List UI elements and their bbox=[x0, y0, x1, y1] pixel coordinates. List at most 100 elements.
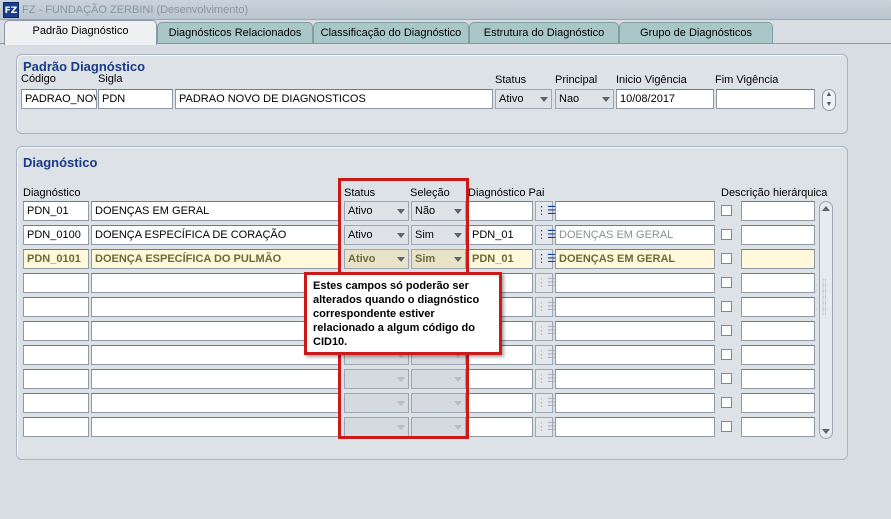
row-hierarquica-field[interactable] bbox=[741, 297, 815, 317]
row-pai-desc-field[interactable] bbox=[555, 321, 715, 341]
padrao-group: Padrão Diagnóstico Código Sigla Status P… bbox=[16, 54, 848, 134]
row-hierarquica-checkbox[interactable] bbox=[721, 205, 732, 216]
row-hierarquica-checkbox[interactable] bbox=[721, 229, 732, 240]
row-code-field[interactable] bbox=[23, 321, 89, 341]
list-of-values-icon[interactable]: ⋮☰ bbox=[535, 345, 557, 365]
tab-estrutura-diagnostico[interactable]: Estrutura do Diagnóstico bbox=[469, 22, 619, 44]
annotation-callout: Estes campos só poderão ser alterados qu… bbox=[304, 272, 502, 355]
row-code-field[interactable] bbox=[23, 297, 89, 317]
row-pai-desc-field[interactable]: DOENÇAS EM GERAL bbox=[555, 249, 715, 269]
resize-grip-icon: ⁞⁞ ⁞⁞ ⁞⁞ ⁞⁞ ⁞⁞ ⁞⁞ bbox=[822, 278, 827, 317]
codigo-label: Código bbox=[21, 73, 56, 85]
padrao-group-title: Padrão Diagnóstico bbox=[23, 59, 146, 74]
tab-classificacao-diagnostico[interactable]: Classificação do Diagnóstico bbox=[313, 22, 469, 44]
principal-select[interactable]: Nao bbox=[555, 89, 614, 109]
status-label: Status bbox=[495, 74, 527, 86]
row-pai-code-field[interactable] bbox=[468, 369, 533, 389]
row-desc-field[interactable] bbox=[91, 393, 341, 413]
row-hierarquica-field[interactable] bbox=[741, 201, 815, 221]
row-code-field[interactable] bbox=[23, 345, 89, 365]
row-hierarquica-field[interactable] bbox=[741, 249, 815, 269]
row-code-field[interactable]: PDN_01 bbox=[23, 201, 89, 221]
row-hierarquica-field[interactable] bbox=[741, 417, 815, 437]
row-desc-field[interactable]: DOENÇA ESPECÍFICA DE CORAÇÃO bbox=[91, 225, 341, 245]
row-desc-field[interactable] bbox=[91, 417, 341, 437]
row-pai-desc-field[interactable] bbox=[555, 297, 715, 317]
rows-scrollbar[interactable] bbox=[819, 201, 833, 439]
row-hierarquica-checkbox[interactable] bbox=[721, 397, 732, 408]
row-pai-code-field[interactable] bbox=[468, 393, 533, 413]
row-pai-code-field[interactable] bbox=[468, 201, 533, 221]
inicio-vigencia-field[interactable]: 10/08/2017 bbox=[616, 89, 714, 109]
tab-bar: Padrão Diagnóstico Diagnósticos Relacion… bbox=[0, 20, 891, 45]
row-hierarquica-field[interactable] bbox=[741, 393, 815, 413]
row-hierarquica-checkbox[interactable] bbox=[721, 301, 732, 312]
tab-panel: Padrão Diagnóstico Código Sigla Status P… bbox=[0, 43, 891, 519]
window-title: FZ - FUNDAÇÃO ZERBINI (Desenvolvimento) bbox=[22, 4, 249, 16]
principal-select-value: Nao bbox=[559, 93, 580, 105]
list-of-values-icon[interactable]: ⋮☰ bbox=[535, 369, 557, 389]
row-hierarquica-checkbox[interactable] bbox=[721, 373, 732, 384]
row-code-field[interactable]: PDN_0100 bbox=[23, 225, 89, 245]
row-pai-desc-field[interactable] bbox=[555, 417, 715, 437]
row-desc-field[interactable] bbox=[91, 369, 341, 389]
row-pai-desc-field[interactable]: DOENÇAS EM GERAL bbox=[555, 225, 715, 245]
fim-vigencia-field[interactable] bbox=[716, 89, 815, 109]
tab-padrao-diagnostico[interactable]: Padrão Diagnóstico bbox=[4, 20, 157, 45]
sigla-field[interactable]: PDN bbox=[98, 89, 173, 109]
status-select-value: Ativo bbox=[499, 93, 524, 105]
row-hierarquica-checkbox[interactable] bbox=[721, 349, 732, 360]
row-code-field[interactable] bbox=[23, 369, 89, 389]
row-code-field[interactable]: PDN_0101 bbox=[23, 249, 89, 269]
row-pai-desc-field[interactable] bbox=[555, 345, 715, 365]
row-hierarquica-field[interactable] bbox=[741, 369, 815, 389]
row-pai-desc-field[interactable] bbox=[555, 369, 715, 389]
row-hierarquica-field[interactable] bbox=[741, 345, 815, 365]
row-pai-code-field[interactable]: PDN_01 bbox=[468, 225, 533, 245]
chevron-down-icon bbox=[602, 97, 610, 102]
row-desc-field[interactable]: DOENÇA ESPECÍFICA DO PULMÃO bbox=[91, 249, 341, 269]
fim-vigencia-label: Fim Vigência bbox=[715, 74, 779, 86]
list-of-values-icon[interactable]: ⋮☰ bbox=[535, 273, 557, 293]
row-hierarquica-checkbox[interactable] bbox=[721, 421, 732, 432]
row-hierarquica-field[interactable] bbox=[741, 225, 815, 245]
descricao-field[interactable]: PADRAO NOVO DE DIAGNOSTICOS bbox=[175, 89, 493, 109]
chevron-up-icon: ▲ bbox=[825, 91, 833, 98]
tab-diagnosticos-relacionados[interactable]: Diagnósticos Relacionados bbox=[157, 22, 313, 44]
list-of-values-icon[interactable]: ⋮☰ bbox=[535, 417, 557, 437]
app-icon: FZ bbox=[3, 2, 19, 18]
list-of-values-icon[interactable]: ⋮☰ bbox=[535, 225, 557, 245]
list-of-values-icon[interactable]: ⋮☰ bbox=[535, 201, 557, 221]
row-pai-desc-field[interactable] bbox=[555, 273, 715, 293]
list-of-values-icon[interactable]: ⋮☰ bbox=[535, 297, 557, 317]
scroll-down-icon bbox=[822, 429, 830, 434]
record-scroll-control[interactable]: ▲ ▼ bbox=[822, 89, 836, 111]
codigo-field[interactable]: PADRAO_NOV bbox=[21, 89, 97, 109]
tab-grupo-diagnosticos[interactable]: Grupo de Diagnósticos bbox=[619, 22, 773, 44]
row-hierarquica-field[interactable] bbox=[741, 273, 815, 293]
row-code-field[interactable] bbox=[23, 273, 89, 293]
row-hierarquica-field[interactable] bbox=[741, 321, 815, 341]
row-hierarquica-checkbox[interactable] bbox=[721, 325, 732, 336]
row-pai-desc-field[interactable] bbox=[555, 393, 715, 413]
chevron-down-icon bbox=[540, 97, 548, 102]
row-pai-code-field[interactable]: PDN_01 bbox=[468, 249, 533, 269]
window-titlebar: FZ FZ - FUNDAÇÃO ZERBINI (Desenvolviment… bbox=[0, 0, 891, 20]
row-code-field[interactable] bbox=[23, 417, 89, 437]
diagnostico-group-title: Diagnóstico bbox=[23, 155, 98, 170]
row-hierarquica-checkbox[interactable] bbox=[721, 253, 732, 264]
row-desc-field[interactable]: DOENÇAS EM GERAL bbox=[91, 201, 341, 221]
row-pai-code-field[interactable] bbox=[468, 417, 533, 437]
row-pai-desc-field[interactable] bbox=[555, 201, 715, 221]
scroll-up-icon bbox=[822, 206, 830, 211]
row-hierarquica-checkbox[interactable] bbox=[721, 277, 732, 288]
row-code-field[interactable] bbox=[23, 393, 89, 413]
col-header-descricao-hierarquica: Descrição hierárquica bbox=[721, 187, 828, 199]
inicio-vigencia-label: Inicio Vigência bbox=[616, 74, 687, 86]
list-of-values-icon[interactable]: ⋮☰ bbox=[535, 321, 557, 341]
sigla-label: Sigla bbox=[98, 73, 123, 85]
chevron-down-icon: ▼ bbox=[825, 101, 833, 108]
status-select[interactable]: Ativo bbox=[495, 89, 552, 109]
list-of-values-icon[interactable]: ⋮☰ bbox=[535, 393, 557, 413]
list-of-values-icon[interactable]: ⋮☰ bbox=[535, 249, 557, 269]
